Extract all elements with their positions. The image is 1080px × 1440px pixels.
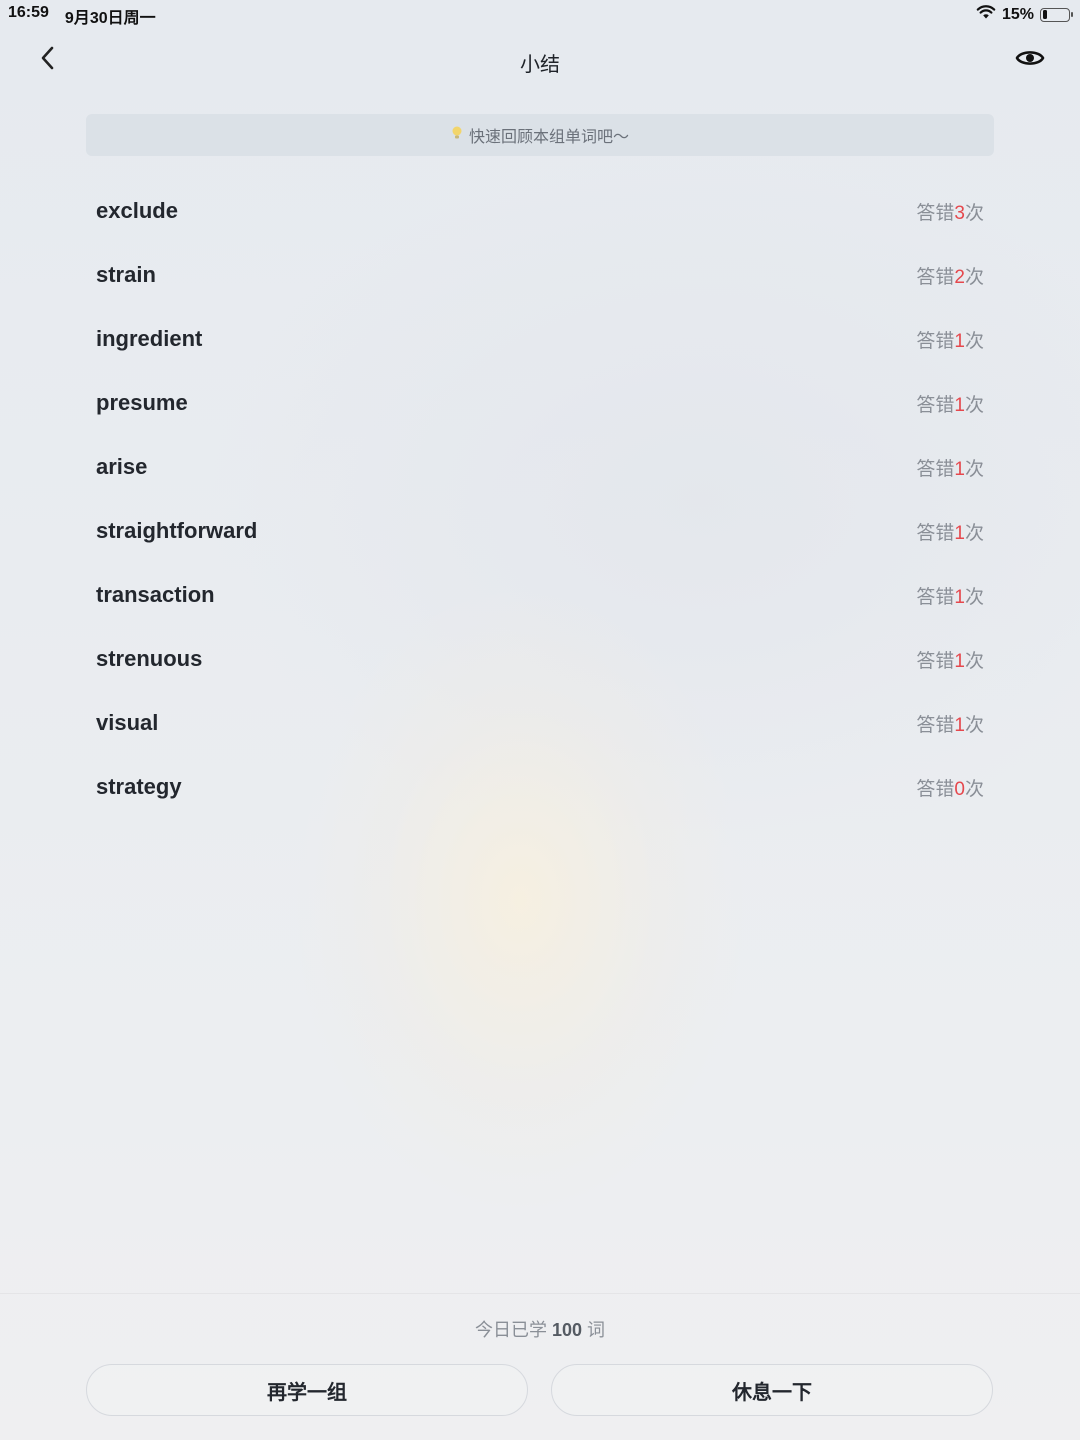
wrong-count: 1 [954, 330, 965, 352]
wrong-count: 1 [954, 586, 965, 608]
wrong-count-label: 答错1次 [916, 390, 984, 417]
wrong-suffix: 次 [964, 394, 984, 416]
wrong-count: 1 [954, 650, 965, 672]
learned-count: 100 [551, 1320, 583, 1340]
word-row[interactable]: presume 答错1次 [86, 371, 994, 435]
status-bar: 16:59 9月30日周一 15% [0, 0, 1080, 28]
status-time: 16:59 [8, 4, 49, 21]
wrong-suffix: 次 [964, 586, 984, 608]
word-row[interactable]: visual 答错1次 [86, 691, 994, 755]
wrong-prefix: 答错 [916, 394, 955, 416]
word-text: visual [96, 710, 159, 735]
learn-another-group-button[interactable]: 再学一组 [86, 1364, 528, 1416]
word-list: exclude 答错3次 strain 答错2次 ingredient 答错1次… [86, 179, 994, 819]
lightbulb-icon [451, 125, 463, 146]
toggle-visibility-button[interactable] [1010, 44, 1050, 76]
wrong-count-label: 答错1次 [916, 646, 984, 673]
wrong-prefix: 答错 [916, 202, 955, 224]
wrong-prefix: 答错 [916, 586, 955, 608]
wrong-count: 1 [954, 522, 965, 544]
word-text: presume [96, 390, 188, 415]
word-row[interactable]: strain 答错2次 [86, 243, 994, 307]
wrong-count-label: 答错3次 [916, 198, 984, 225]
word-text: arise [96, 454, 148, 479]
status-date: 9月30日周一 [64, 10, 156, 27]
wrong-prefix: 答错 [916, 714, 955, 736]
word-text: straightforward [96, 518, 258, 543]
word-text: strenuous [96, 646, 203, 671]
tip-banner: 快速回顾本组单词吧～ [86, 114, 994, 156]
wrong-count-label: 答错1次 [916, 710, 984, 737]
nav-bar: 小结 [0, 36, 1080, 86]
learned-today-label: 今日已学 100 词 [0, 1316, 1080, 1342]
learned-prefix: 今日已学 [474, 1320, 547, 1340]
take-a-break-button[interactable]: 休息一下 [551, 1364, 993, 1416]
word-text: exclude [96, 198, 178, 223]
wrong-prefix: 答错 [916, 266, 955, 288]
wrong-suffix: 次 [964, 266, 984, 288]
word-row[interactable]: exclude 答错3次 [86, 179, 994, 243]
tip-text: 快速回顾本组单词吧～ [468, 129, 629, 146]
wrong-prefix: 答错 [916, 330, 955, 352]
wrong-suffix: 次 [964, 650, 984, 672]
wrong-prefix: 答错 [916, 650, 955, 672]
wrong-count-label: 答错1次 [916, 454, 984, 481]
wrong-prefix: 答错 [916, 458, 955, 480]
wrong-count: 1 [954, 458, 965, 480]
wrong-count-label: 答错2次 [916, 262, 984, 289]
word-text: transaction [96, 582, 215, 607]
word-row[interactable]: arise 答错1次 [86, 435, 994, 499]
wrong-suffix: 次 [964, 714, 984, 736]
page-title: 小结 [520, 54, 560, 76]
word-text: ingredient [96, 326, 203, 351]
wrong-count-label: 答错0次 [916, 774, 984, 801]
wrong-count: 2 [954, 266, 965, 288]
word-text: strain [96, 262, 156, 287]
wrong-count-label: 答错1次 [916, 582, 984, 609]
wrong-count-label: 答错1次 [916, 326, 984, 353]
wrong-suffix: 次 [964, 330, 984, 352]
wrong-suffix: 次 [964, 202, 984, 224]
wrong-prefix: 答错 [916, 522, 955, 544]
word-row[interactable]: transaction 答错1次 [86, 563, 994, 627]
wrong-suffix: 次 [964, 522, 984, 544]
word-text: strategy [96, 774, 182, 799]
wrong-suffix: 次 [964, 778, 984, 800]
word-row[interactable]: ingredient 答错1次 [86, 307, 994, 371]
word-row[interactable]: straightforward 答错1次 [86, 499, 994, 563]
word-row[interactable]: strategy 答错0次 [86, 755, 994, 819]
word-row[interactable]: strenuous 答错1次 [86, 627, 994, 691]
wifi-icon [976, 4, 996, 25]
wrong-count-label: 答错1次 [916, 518, 984, 545]
battery-percent: 15% [1001, 5, 1034, 23]
wrong-count: 0 [954, 778, 965, 800]
wrong-suffix: 次 [964, 458, 984, 480]
battery-fill [1042, 10, 1047, 19]
footer: 今日已学 100 词 再学一组 休息一下 [0, 1293, 1080, 1440]
learned-suffix: 词 [587, 1320, 606, 1340]
wrong-count: 3 [954, 202, 965, 224]
wrong-prefix: 答错 [916, 778, 955, 800]
wrong-count: 1 [954, 714, 965, 736]
battery-icon [1040, 7, 1073, 22]
eye-icon [1015, 47, 1045, 74]
wrong-count: 1 [954, 394, 965, 416]
